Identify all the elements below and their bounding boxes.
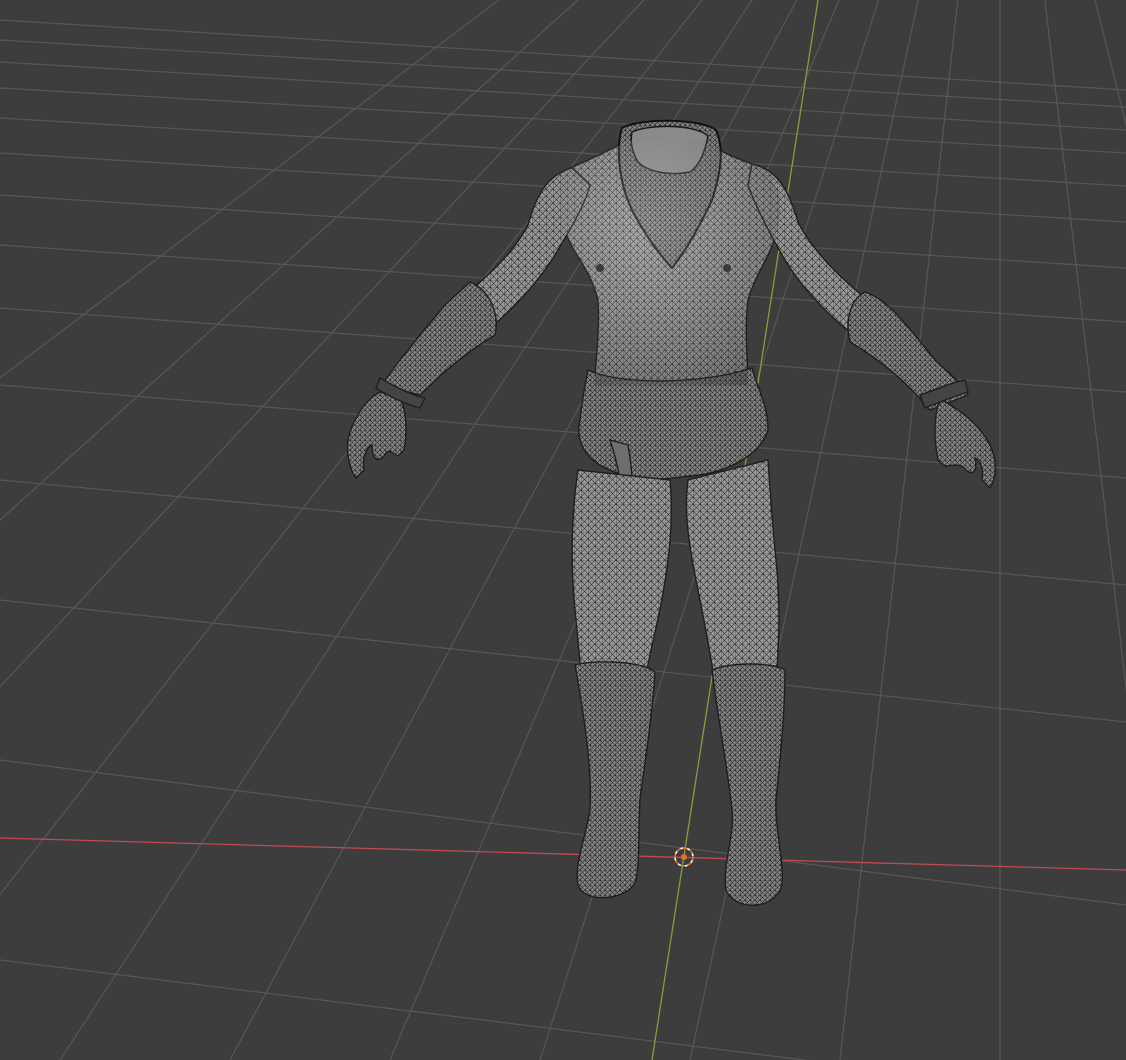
right-hand-mesh	[934, 399, 996, 490]
left-armwrap-mesh	[380, 281, 497, 396]
grid-line	[1044, 0, 1126, 693]
chest-detail-right	[723, 264, 731, 272]
grid-line	[0, 599, 1126, 723]
grid-line	[0, 39, 1126, 108]
3d-viewport[interactable]	[0, 0, 1126, 1060]
left-hand-mesh	[346, 391, 407, 480]
grid-line	[0, 479, 1126, 586]
grid-line	[839, 0, 959, 1060]
character-mesh[interactable]	[346, 119, 996, 906]
x-axis-line	[0, 837, 1126, 871]
grid-line	[0, 959, 810, 1060]
grid-line	[0, 0, 579, 521]
grid-line	[0, 19, 1126, 91]
floor-grid	[0, 0, 1126, 1060]
viewport-canvas[interactable]	[0, 0, 1126, 1060]
left-boot-mesh	[574, 661, 656, 899]
grid-line	[0, 307, 1126, 393]
grid-line	[0, 759, 1126, 906]
right-boot-mesh	[711, 663, 786, 906]
left-leg-mesh	[571, 469, 673, 681]
chest-detail-left	[596, 264, 604, 272]
grid-line	[0, 0, 645, 688]
grid-line	[0, 0, 703, 896]
grid-line	[0, 61, 1126, 131]
grid-line	[0, 87, 1126, 154]
right-leg-mesh	[685, 459, 780, 679]
grid-line	[0, 0, 500, 379]
